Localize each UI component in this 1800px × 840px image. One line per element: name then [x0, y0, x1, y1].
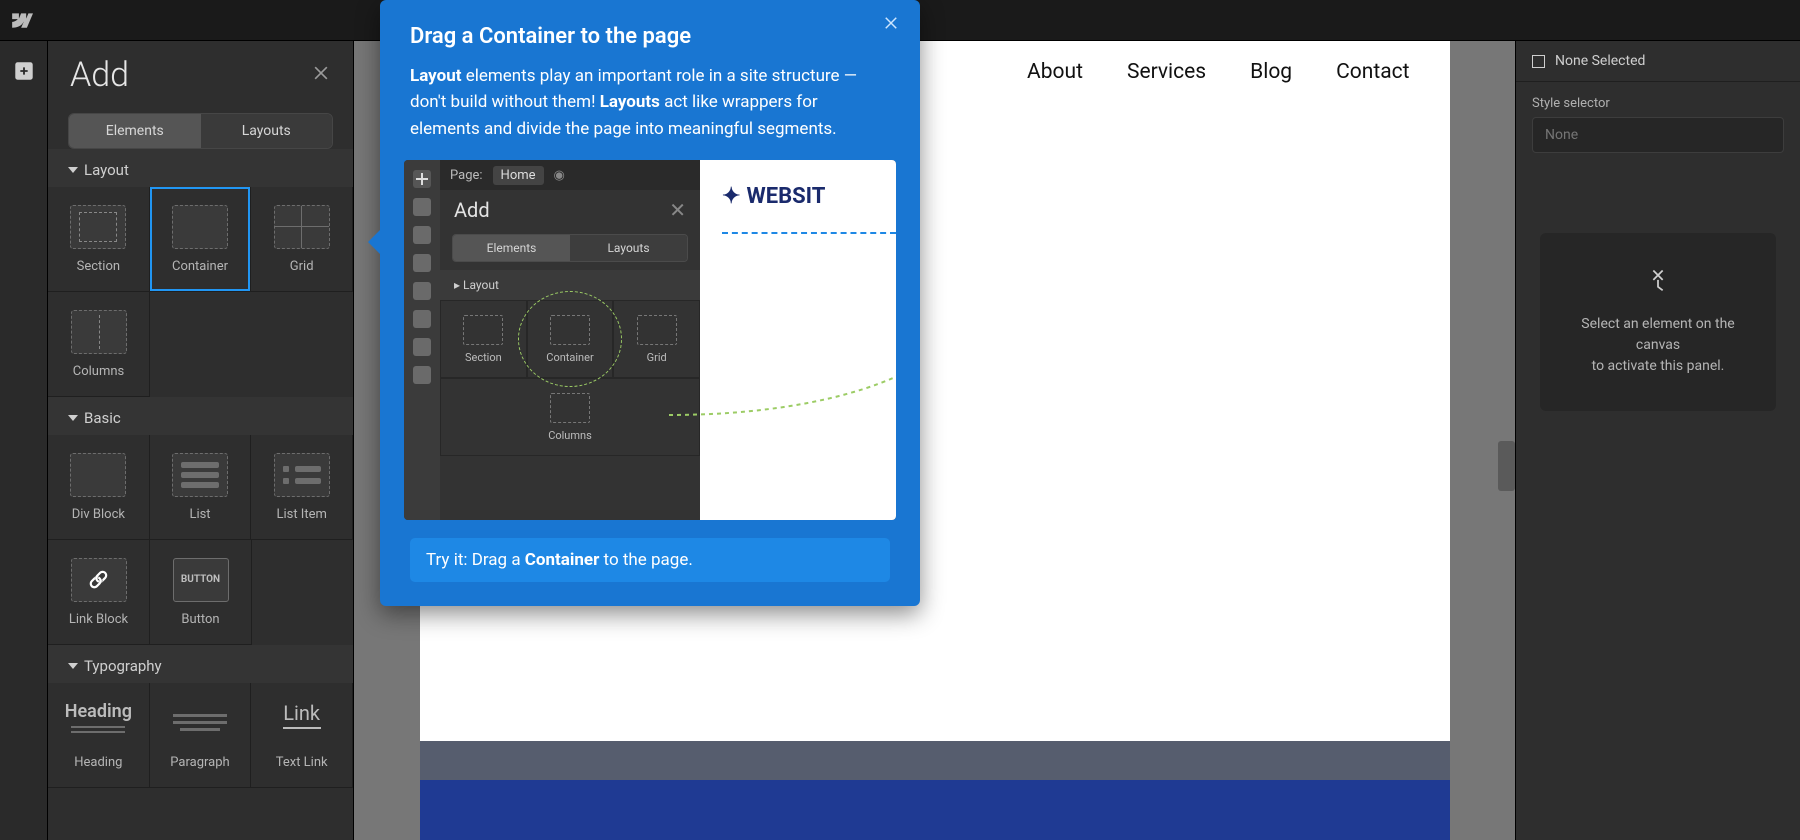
insert-indicator	[722, 232, 896, 234]
shot-rail-icon	[413, 198, 431, 216]
style-empty-state: Select an element on the canvas to activ…	[1540, 233, 1776, 411]
callout-screenshot: Page: Home ◉ Add ✕ Elements Layouts ▸ La…	[404, 160, 896, 520]
close-icon[interactable]	[311, 63, 331, 87]
nav-link-blog[interactable]: Blog	[1250, 60, 1292, 84]
group-typography[interactable]: Typography	[48, 645, 353, 683]
add-panel-segmented: Elements Layouts	[68, 113, 333, 149]
group-layout[interactable]: Layout	[48, 149, 353, 187]
shot-rail-icon	[413, 310, 431, 328]
grid-icon	[274, 205, 330, 249]
style-selector-label: Style selector	[1516, 82, 1800, 117]
seg-layouts[interactable]: Layouts	[201, 114, 333, 148]
group-basic[interactable]: Basic	[48, 397, 353, 435]
close-icon[interactable]	[882, 14, 900, 36]
selection-state: None Selected	[1516, 41, 1800, 82]
callout-body: Layout elements play an important role i…	[410, 63, 890, 142]
button-icon: BUTTON	[173, 558, 229, 602]
tile-grid[interactable]: Grid	[251, 187, 353, 292]
shot-rail-icon	[413, 366, 431, 384]
tile-listitem[interactable]: List Item	[251, 435, 353, 540]
tile-list[interactable]: List	[150, 435, 252, 540]
listitem-icon	[274, 453, 330, 497]
heading-icon: Heading	[70, 701, 126, 745]
tile-container[interactable]: Container	[150, 187, 252, 292]
style-selector-input[interactable]	[1532, 117, 1784, 153]
tile-divblock[interactable]: Div Block	[48, 435, 150, 540]
textlink-icon: Link	[274, 701, 330, 745]
shot-rail-icon	[413, 338, 431, 356]
section-icon	[70, 205, 126, 249]
tile-heading[interactable]: Heading Heading	[48, 683, 150, 788]
linkblock-icon	[71, 558, 127, 602]
tile-columns[interactable]: Columns	[48, 292, 150, 397]
shot-rail-icon	[413, 254, 431, 272]
webflow-logo[interactable]	[10, 9, 33, 32]
tile-button[interactable]: BUTTON Button	[150, 540, 252, 645]
shot-plus-icon	[413, 170, 431, 188]
left-rail	[0, 41, 48, 840]
container-icon	[172, 205, 228, 249]
caret-down-icon	[68, 167, 78, 173]
scrollbar-thumb[interactable]	[1498, 441, 1515, 491]
style-panel: None Selected Style selector Select an e…	[1515, 41, 1800, 840]
callout-title: Drag a Container to the page	[410, 24, 890, 49]
paragraph-icon	[172, 701, 228, 745]
add-elements-icon[interactable]	[0, 47, 48, 95]
list-icon	[172, 453, 228, 497]
tile-linkblock[interactable]: Link Block	[48, 540, 150, 645]
add-panel: Add Elements Layouts Layout Section Cont…	[48, 41, 354, 840]
columns-icon	[71, 310, 127, 354]
caret-down-icon	[68, 415, 78, 421]
tile-section[interactable]: Section	[48, 187, 150, 292]
tile-paragraph[interactable]: Paragraph	[150, 683, 252, 788]
footer-band	[420, 780, 1450, 840]
nav-link-services[interactable]: Services	[1127, 60, 1206, 84]
shot-rail-icon	[413, 226, 431, 244]
divblock-icon	[70, 453, 126, 497]
caret-down-icon	[68, 663, 78, 669]
add-panel-title: Add	[70, 55, 129, 95]
callout-try: Try it: Drag a Container to the page.	[410, 538, 890, 582]
shot-rail-icon	[413, 282, 431, 300]
square-icon	[1532, 55, 1545, 68]
seg-elements[interactable]: Elements	[69, 114, 201, 148]
nav-link-about[interactable]: About	[1027, 60, 1083, 84]
nav-link-contact[interactable]: Contact	[1336, 60, 1409, 84]
tutorial-callout: Drag a Container to the page Layout elem…	[380, 0, 920, 606]
tile-textlink[interactable]: Link Text Link	[251, 683, 353, 788]
